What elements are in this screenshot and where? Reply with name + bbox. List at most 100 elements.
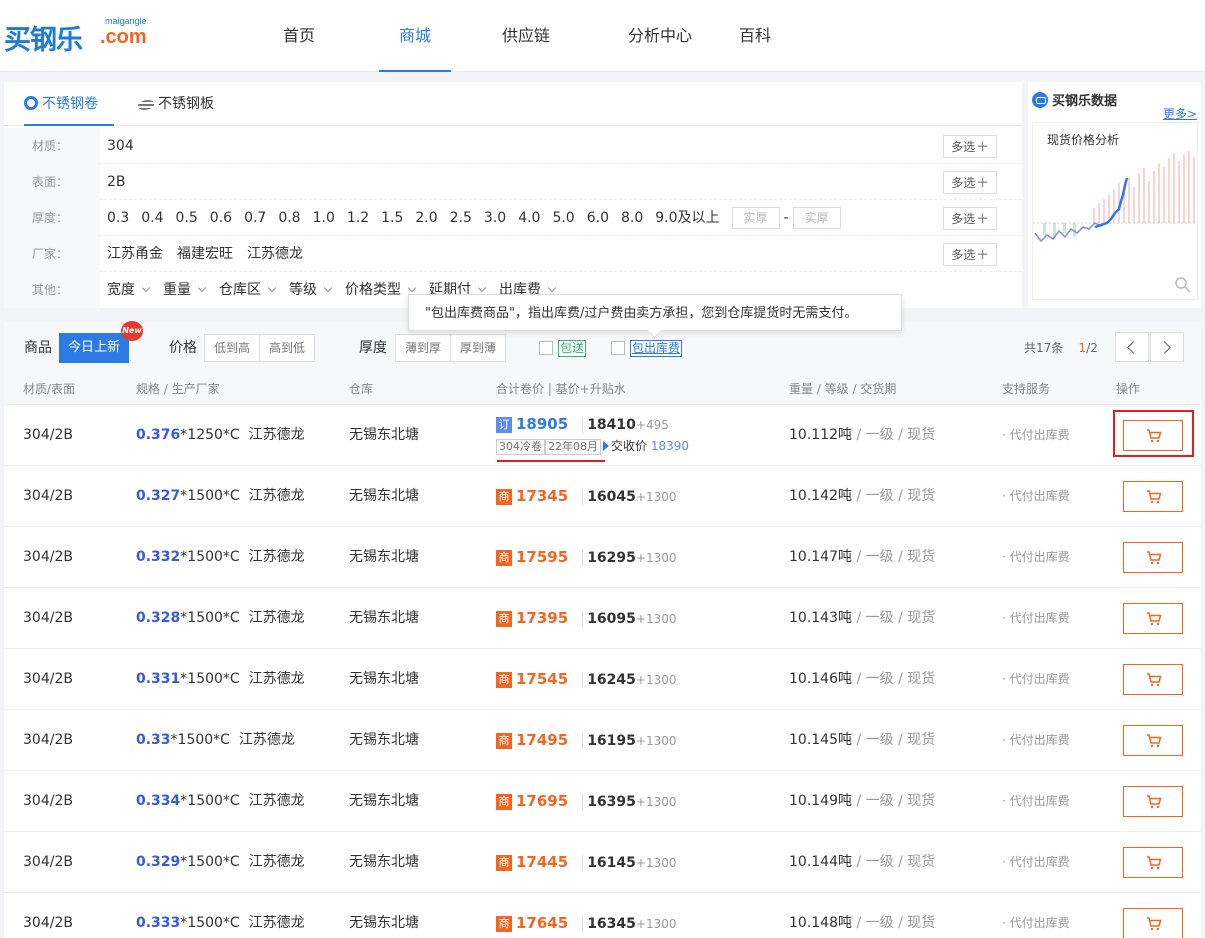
tab-stainless-coil[interactable]: 不锈钢卷 — [24, 82, 114, 126]
tab-stainless-plate[interactable]: 不锈钢板 — [136, 82, 228, 126]
thickness-option[interactable]: 3.0 — [484, 200, 506, 236]
thickness-option[interactable]: 0.6 — [210, 200, 232, 236]
other-dropdown[interactable]: 仓库区 — [219, 272, 277, 308]
thickness-option[interactable]: 0.4 — [141, 200, 163, 236]
other-dropdown[interactable]: 宽度 — [107, 272, 151, 308]
next-page-button[interactable] — [1150, 332, 1184, 362]
nav-item-analysis[interactable]: 分析中心 — [600, 0, 720, 72]
thickness-option[interactable]: 0.5 — [176, 200, 198, 236]
free-outfee-checkbox[interactable] — [611, 341, 625, 355]
add-to-cart-button[interactable] — [1123, 603, 1183, 634]
add-to-cart-button[interactable] — [1123, 664, 1183, 695]
table-row[interactable]: 304/2B 0.376*1250*C 江苏德龙 无锡东北塘 订 18905 184… — [4, 405, 1201, 466]
other-dropdown[interactable]: 重量 — [163, 272, 207, 308]
service-cell: · 代付出库费 — [1002, 733, 1070, 747]
thickness-option[interactable]: 2.0 — [415, 200, 437, 236]
nav-item-supply-chain[interactable]: 供应链 — [478, 0, 574, 72]
multi-select-button[interactable]: 多选+ — [943, 207, 997, 230]
add-to-cart-button[interactable] — [1123, 786, 1183, 817]
spec-thickness: 0.328 — [136, 610, 181, 626]
thickness-option[interactable]: 4.0 — [518, 200, 540, 236]
filter-option[interactable]: 福建宏旺 — [177, 236, 233, 272]
grade: 一级 — [865, 793, 894, 809]
free-outfee-tag[interactable]: 包出库费 — [630, 340, 683, 357]
add-to-cart-button[interactable] — [1123, 420, 1183, 451]
thickness-option[interactable]: 8.0 — [621, 200, 643, 236]
filter-option[interactable]: 江苏德龙 — [247, 236, 303, 272]
service-cell: · 代付出库费 — [1002, 611, 1070, 625]
filter-label: 表面： — [4, 164, 100, 200]
service-cell: · 代付出库费 — [1002, 489, 1070, 503]
thickness-to-input[interactable]: 实厚 — [792, 207, 841, 229]
logo-domain: .com — [100, 26, 147, 48]
thickness-option[interactable]: 1.2 — [347, 200, 369, 236]
prev-page-button[interactable] — [1115, 332, 1149, 362]
weight: 10.143吨 — [789, 610, 852, 626]
multi-select-button[interactable]: 多选+ — [943, 171, 997, 194]
today-new-button[interactable]: 今日上新 — [59, 333, 129, 363]
table-row[interactable]: 304/2B 0.334*1500*C 江苏德龙 无锡东北塘 商 17695 16395+… — [4, 771, 1201, 832]
maker: 江苏德龙 — [248, 427, 305, 443]
thickness-option[interactable]: 0.8 — [278, 200, 300, 236]
nav-item-mall[interactable]: 商城 — [379, 0, 451, 72]
cart-icon — [1147, 856, 1162, 870]
table-row[interactable]: 304/2B 0.328*1500*C 江苏德龙 无锡东北塘 商 17395 16095+… — [4, 588, 1201, 649]
table-row[interactable]: 304/2B 0.329*1500*C 江苏德龙 无锡东北塘 商 17445 16145+… — [4, 832, 1201, 893]
merchant-tag: 商 — [496, 550, 512, 566]
filter-option[interactable]: 2B — [107, 164, 126, 200]
sort-thin-to-thick[interactable]: 薄到厚 — [396, 335, 450, 361]
add-to-cart-button[interactable] — [1123, 725, 1183, 756]
cart-icon — [1147, 734, 1162, 748]
grade: 一级 — [865, 854, 894, 870]
table-row[interactable]: 304/2B 0.33*1500*C 江苏德龙 无锡东北塘 商 17495 16195+1… — [4, 710, 1201, 771]
multi-select-button[interactable]: 多选+ — [943, 135, 997, 158]
spec-thickness: 0.333 — [136, 915, 181, 931]
total-price: 17695 — [516, 792, 569, 810]
thickness-options: 0.3 0.4 0.5 0.6 0.7 0.8 1.0 1.2 1.5 2.0 2.5 3.0 4.0 5… — [107, 200, 855, 236]
thickness-option[interactable]: 0.7 — [244, 200, 266, 236]
free-shipping-tag[interactable]: 包送 — [558, 340, 587, 357]
cart-icon — [1147, 490, 1162, 504]
free-shipping-checkbox[interactable] — [539, 341, 553, 355]
warehouse-cell: 无锡东北塘 — [349, 610, 419, 626]
thickness-option[interactable]: 2.5 — [450, 200, 472, 236]
table-row[interactable]: 304/2B 0.331*1500*C 江苏德龙 无锡东北塘 商 17545 16245+… — [4, 649, 1201, 710]
table-row[interactable]: 304/2B 0.327*1500*C 江苏德龙 无锡东北塘 商 17345 16045+… — [4, 466, 1201, 527]
weight: 10.145吨 — [789, 732, 852, 748]
weight: 10.149吨 — [789, 793, 852, 809]
base-price: 16045 — [582, 489, 636, 505]
thickness-option[interactable]: 9.0及以上 — [655, 200, 719, 236]
sep: / — [893, 488, 908, 504]
sort-high-to-low[interactable]: 高到低 — [259, 335, 314, 361]
thickness-option[interactable]: 1.5 — [381, 200, 403, 236]
table-row[interactable]: 304/2B 0.333*1500*C 江苏德龙 无锡东北塘 商 17645 16345+… — [4, 893, 1201, 938]
sort-low-to-high[interactable]: 低到高 — [205, 335, 259, 361]
price-chart-graphic — [1033, 151, 1197, 293]
add-to-cart-button[interactable] — [1123, 847, 1183, 878]
thickness-option[interactable]: 1.0 — [313, 200, 335, 236]
site-logo[interactable]: 买钢乐 maigangle .com — [4, 14, 154, 56]
nav-item-wiki[interactable]: 百科 — [720, 0, 790, 72]
other-dropdown[interactable]: 等级 — [289, 272, 333, 308]
table-row[interactable]: 304/2B 0.332*1500*C 江苏德龙 无锡东北塘 商 17595 16295+… — [4, 527, 1201, 588]
thickness-option[interactable]: 5.0 — [552, 200, 574, 236]
price-chart-thumb[interactable]: 现货价格分析 — [1032, 122, 1198, 300]
spec-rest: *1500*C — [180, 549, 240, 565]
material-cell: 304/2B — [23, 854, 73, 870]
plate-icon — [136, 100, 156, 110]
thickness-from-input[interactable]: 实厚 — [731, 207, 780, 229]
thickness-option[interactable]: 6.0 — [587, 200, 609, 236]
add-to-cart-button[interactable] — [1123, 542, 1183, 573]
cart-icon — [1147, 795, 1162, 809]
other-dropdown[interactable]: 价格类型 — [345, 272, 417, 308]
add-to-cart-button[interactable] — [1123, 481, 1183, 512]
add-to-cart-button[interactable] — [1123, 908, 1183, 938]
multi-select-button[interactable]: 多选+ — [943, 243, 997, 266]
merchant-tag: 商 — [496, 672, 512, 688]
nav-item-home[interactable]: 首页 — [256, 0, 342, 72]
spec-thickness: 0.332 — [136, 549, 181, 565]
sort-thick-to-thin[interactable]: 厚到薄 — [450, 335, 505, 361]
thickness-option[interactable]: 0.3 — [107, 200, 129, 236]
filter-option[interactable]: 304 — [107, 128, 134, 164]
filter-option[interactable]: 江苏甬金 — [107, 236, 163, 272]
